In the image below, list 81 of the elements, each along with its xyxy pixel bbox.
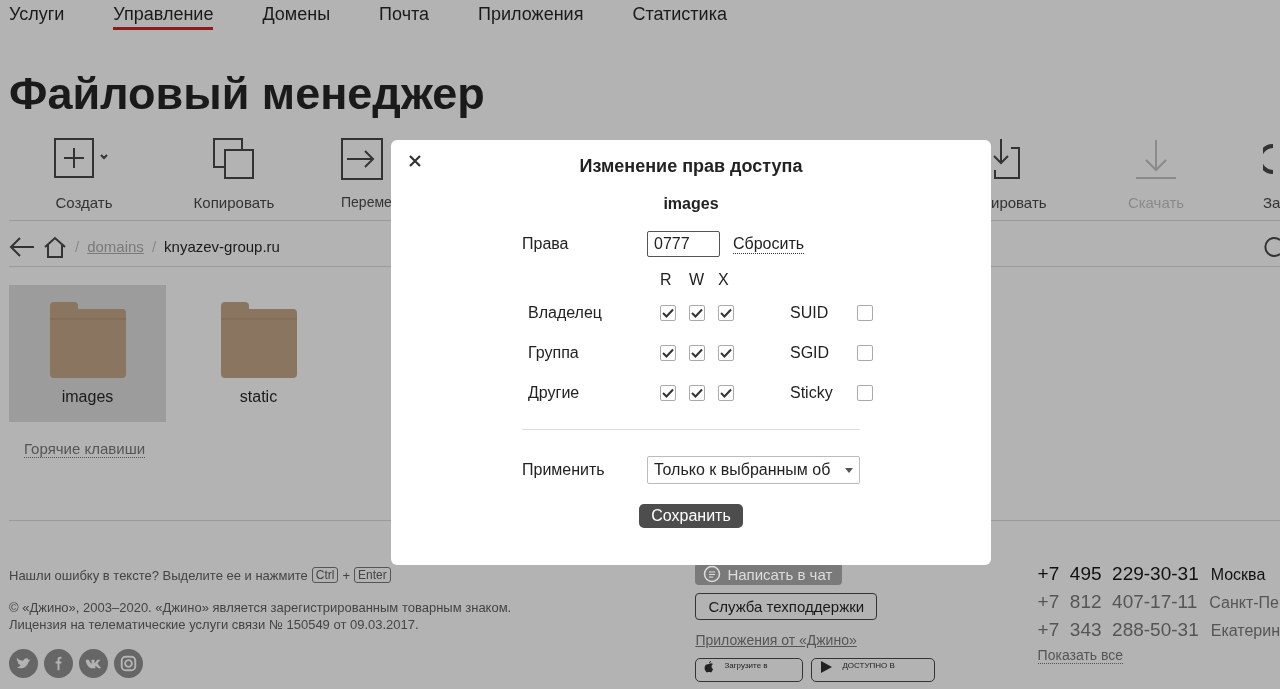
key-label: Enter <box>354 567 391 583</box>
path-separator: / <box>75 238 80 255</box>
store-badge[interactable]: Загрузите в <box>695 658 804 682</box>
flag-checkbox[interactable] <box>857 385 873 401</box>
flag-label: Sticky <box>790 384 833 402</box>
permission-checkbox[interactable] <box>689 305 705 321</box>
download-icon <box>1135 138 1177 180</box>
row-label: Другие <box>528 383 580 403</box>
permissions-input[interactable]: 0777 <box>647 231 720 257</box>
page-title: Файловый менеджер <box>9 67 486 121</box>
dialog-title: Изменение прав доступа <box>579 156 803 177</box>
city-name: Екатерин <box>1210 622 1280 640</box>
folder-icon <box>49 301 126 378</box>
permission-checkbox[interactable] <box>718 385 734 401</box>
permission-checkbox[interactable] <box>718 345 734 361</box>
folder-item[interactable]: images <box>9 285 166 422</box>
move-icon <box>341 138 383 180</box>
apple-icon <box>704 661 715 673</box>
field-label: Применить <box>522 461 606 479</box>
phone-number: +7 495 229-30-31 <box>1037 563 1199 585</box>
permission-checkbox[interactable] <box>660 305 676 321</box>
nav-tab[interactable]: Приложения <box>478 0 584 30</box>
nav-tab[interactable]: Управление <box>113 0 214 30</box>
plus-sign: + <box>342 567 351 583</box>
nav-tab[interactable]: Услуги <box>9 0 65 30</box>
reset-link[interactable]: Сбросить <box>733 234 805 254</box>
show-all-link[interactable]: Показать все <box>1037 647 1124 664</box>
flag-label: SUID <box>790 304 829 322</box>
toolbar-button[interactable]: Создать <box>9 135 159 220</box>
field-label: Права <box>522 235 570 253</box>
breadcrumb-current: knyazev-group.ru <box>164 238 280 255</box>
flag-checkbox[interactable] <box>857 305 873 321</box>
store-badge[interactable]: ДОСТУПНО В <box>811 658 936 682</box>
back-arrow-icon[interactable] <box>9 235 35 258</box>
nav-tab[interactable]: Почта <box>379 0 430 30</box>
path-separator: / <box>151 238 157 255</box>
tray-arrow-icon <box>991 138 1021 180</box>
column-header: R <box>660 270 672 290</box>
permission-checkbox[interactable] <box>689 345 705 361</box>
facebook-icon[interactable] <box>44 649 73 678</box>
play-icon <box>820 661 833 673</box>
copyright-text: © «Джино», 2003–2020. «Джино» является зарегистрированным товарным знаком. <box>9 599 513 616</box>
home-icon[interactable] <box>43 235 67 258</box>
file-name: images <box>663 195 719 213</box>
nav-tab[interactable]: Домены <box>262 0 331 30</box>
refresh-icon[interactable] <box>1261 235 1280 258</box>
phone-number: +7 343 288-50-31 <box>1037 619 1199 641</box>
row-label: Владелец <box>528 303 602 323</box>
toolbar-button[interactable]: Переме <box>309 135 391 220</box>
chat-icon <box>703 565 722 583</box>
folder-icon <box>220 301 297 378</box>
permission-checkbox[interactable] <box>660 345 676 361</box>
license-text: Лицензия на телематические услуги связи № 150549 от 09.03.2017. <box>9 616 420 633</box>
caret-icon <box>845 467 853 473</box>
permission-checkbox[interactable] <box>718 305 734 321</box>
city-name: Москва <box>1210 566 1266 584</box>
folder-item[interactable]: static <box>180 285 337 422</box>
key-label: Ctrl <box>311 567 339 583</box>
bird-icon[interactable] <box>9 649 38 678</box>
row-label: Группа <box>528 343 579 363</box>
column-header: W <box>689 270 705 290</box>
hotkeys-link[interactable]: Горячие клавиши <box>24 440 146 458</box>
permission-checkbox[interactable] <box>660 385 676 401</box>
typo-note: Нашли ошибку в тексте? Выделите ее и нажмите <box>9 567 308 583</box>
apps-link[interactable]: Приложения от «Джино» <box>695 632 857 648</box>
apply-dropdown[interactable]: Только к выбранным об <box>647 456 860 484</box>
support-button[interactable]: Служба техподдержки <box>695 593 878 620</box>
flag-checkbox[interactable] <box>857 345 873 361</box>
save-button[interactable]: Сохранить <box>639 504 743 528</box>
flag-label: SGID <box>790 344 830 362</box>
vk-icon[interactable] <box>79 649 108 678</box>
nav-tab[interactable]: Статистика <box>632 0 727 30</box>
copy-icon <box>213 138 255 180</box>
toolbar-button[interactable]: ировать <box>985 135 1081 220</box>
column-header: X <box>718 270 729 290</box>
phone-number: +7 812 407-17-11 <box>1037 591 1198 613</box>
toolbar-button[interactable]: Копировать <box>159 135 309 220</box>
city-name: Санкт-Пе <box>1209 594 1279 612</box>
camera-icon[interactable] <box>114 649 143 678</box>
toolbar-button[interactable]: За <box>1231 135 1280 220</box>
permission-checkbox[interactable] <box>689 385 705 401</box>
